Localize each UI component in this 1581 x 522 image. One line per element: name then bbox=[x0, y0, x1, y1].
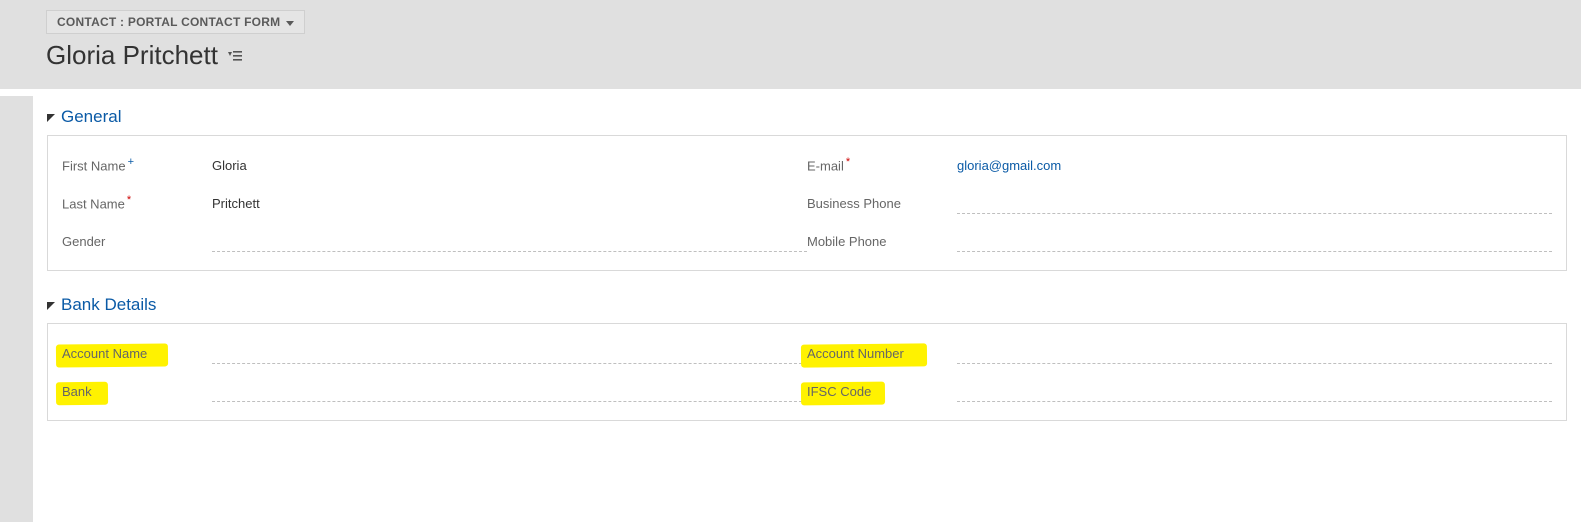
field-account-name: Account Name bbox=[62, 334, 807, 372]
section-toggle-general[interactable]: General bbox=[47, 107, 1567, 127]
page-header: CONTACT : PORTAL CONTACT FORM Gloria Pri… bbox=[0, 0, 1581, 89]
section-title-general: General bbox=[61, 107, 121, 127]
label-text: Bank bbox=[62, 384, 92, 399]
field-bank: Bank bbox=[62, 372, 807, 410]
label-account-number: Account Number bbox=[807, 346, 957, 361]
label-text: Last Name bbox=[62, 197, 125, 212]
field-business-phone: Business Phone bbox=[807, 184, 1552, 222]
required-icon: * bbox=[846, 156, 850, 168]
label-mobile-phone: Mobile Phone bbox=[807, 234, 957, 249]
label-account-name: Account Name bbox=[62, 346, 212, 361]
value-account-number[interactable] bbox=[957, 348, 1552, 364]
left-gutter bbox=[0, 96, 33, 522]
field-last-name: Last Name* Pritchett bbox=[62, 184, 807, 222]
label-text: First Name bbox=[62, 159, 126, 174]
field-account-number: Account Number bbox=[807, 334, 1552, 372]
value-bank[interactable] bbox=[212, 386, 807, 402]
field-first-name: First Name+ Gloria bbox=[62, 146, 807, 184]
field-mobile-phone: Mobile Phone bbox=[807, 222, 1552, 260]
value-gender[interactable] bbox=[212, 236, 807, 252]
label-gender: Gender bbox=[62, 234, 212, 249]
label-first-name: First Name+ bbox=[62, 156, 212, 173]
value-first-name[interactable]: Gloria bbox=[212, 158, 807, 173]
collapse-triangle-icon bbox=[47, 110, 55, 125]
label-text: Account Number bbox=[807, 346, 904, 361]
value-email[interactable]: gloria@gmail.com bbox=[957, 158, 1552, 173]
form-navigator-icon[interactable] bbox=[228, 50, 242, 62]
section-general: First Name+ Gloria Last Name* Pritchett … bbox=[47, 135, 1567, 271]
section-toggle-bank[interactable]: Bank Details bbox=[47, 295, 1567, 315]
label-text: E-mail bbox=[807, 159, 844, 174]
collapse-triangle-icon bbox=[47, 298, 55, 313]
form-selector-label: CONTACT : PORTAL CONTACT FORM bbox=[57, 15, 280, 29]
form-selector-button[interactable]: CONTACT : PORTAL CONTACT FORM bbox=[46, 10, 305, 34]
label-last-name: Last Name* bbox=[62, 194, 212, 211]
label-bank: Bank bbox=[62, 384, 212, 399]
value-ifsc[interactable] bbox=[957, 386, 1552, 402]
field-email: E-mail* gloria@gmail.com bbox=[807, 146, 1552, 184]
label-text: Account Name bbox=[62, 346, 147, 361]
field-gender: Gender bbox=[62, 222, 807, 260]
required-icon: * bbox=[127, 194, 131, 206]
section-title-bank: Bank Details bbox=[61, 295, 156, 315]
record-title: Gloria Pritchett bbox=[46, 40, 218, 71]
field-ifsc: IFSC Code bbox=[807, 372, 1552, 410]
section-bank: Account Name Bank Account Number bbox=[47, 323, 1567, 421]
recommended-icon: + bbox=[128, 156, 134, 168]
value-account-name[interactable] bbox=[212, 348, 807, 364]
label-ifsc: IFSC Code bbox=[807, 384, 957, 399]
value-business-phone[interactable] bbox=[957, 198, 1552, 214]
caret-down-icon bbox=[286, 15, 294, 29]
label-email: E-mail* bbox=[807, 156, 957, 173]
value-mobile-phone[interactable] bbox=[957, 236, 1552, 252]
form-body: General First Name+ Gloria Last Name* bbox=[33, 89, 1581, 485]
value-last-name[interactable]: Pritchett bbox=[212, 196, 807, 211]
label-business-phone: Business Phone bbox=[807, 196, 957, 211]
label-text: IFSC Code bbox=[807, 384, 871, 399]
